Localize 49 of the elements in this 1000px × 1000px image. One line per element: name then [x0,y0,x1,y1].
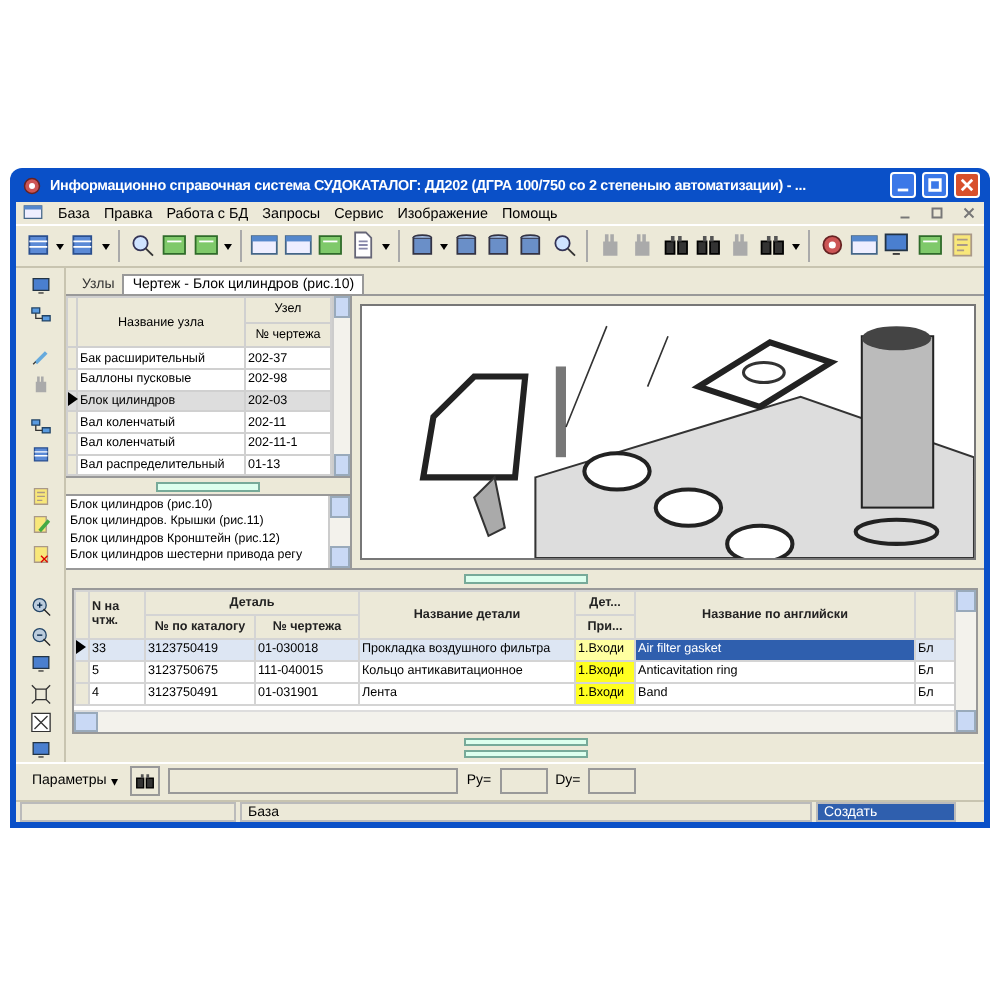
dropdown-caret-icon[interactable] [224,243,233,254]
database-icon[interactable] [68,230,98,261]
minimize-icon [896,188,910,192]
dropdown-caret-icon[interactable] [439,243,448,254]
minimize-button[interactable] [890,172,916,198]
input-field[interactable] [168,768,459,795]
cylinder-icon[interactable] [407,230,436,261]
cylinder-icon[interactable] [484,230,513,261]
cylinder-icon[interactable] [451,230,481,261]
app-icon[interactable] [20,173,44,197]
dropdown-caret-icon[interactable] [381,243,390,254]
splitter-handle[interactable] [463,573,587,584]
window-icon[interactable] [159,230,189,261]
document-icon[interactable] [348,230,378,261]
maximize-icon [928,178,942,192]
document-menu-icon[interactable] [22,202,44,223]
row-pointer-icon [68,392,78,407]
dropdown-caret-icon[interactable] [101,243,110,254]
input-field[interactable] [499,768,548,795]
dropdown-caret-icon[interactable] [56,243,65,254]
restore-button[interactable] [928,203,946,222]
tree-icon[interactable] [25,415,55,437]
window-icon[interactable] [315,230,345,261]
close-button[interactable] [954,172,980,198]
input-field[interactable] [588,768,637,795]
expand-icon[interactable] [25,712,55,733]
window-icon[interactable] [915,230,944,261]
row-pointer-icon [76,640,86,655]
window-icon[interactable] [192,230,221,261]
window-icon[interactable] [850,230,879,261]
close-button[interactable] [960,203,978,222]
window-icon[interactable] [283,230,312,261]
scrollbar[interactable] [332,295,350,477]
cylinder-icon[interactable] [516,230,546,261]
scrollbar[interactable] [954,589,976,732]
splitter-handle[interactable] [156,481,260,492]
scrollbar[interactable] [74,709,954,732]
scrollbar[interactable] [328,495,350,568]
search-icon[interactable] [549,230,579,261]
monitor-icon[interactable] [882,230,912,261]
tool-button[interactable] [130,766,161,797]
dropdown-caret-icon[interactable] [791,243,800,254]
splitter-handle[interactable] [463,749,587,758]
database-icon[interactable] [24,230,53,261]
search-icon[interactable] [127,230,156,261]
splitter-handle[interactable] [463,737,587,746]
window-icon[interactable] [250,230,280,261]
maximize-button[interactable] [922,172,948,198]
close-icon [960,178,974,192]
